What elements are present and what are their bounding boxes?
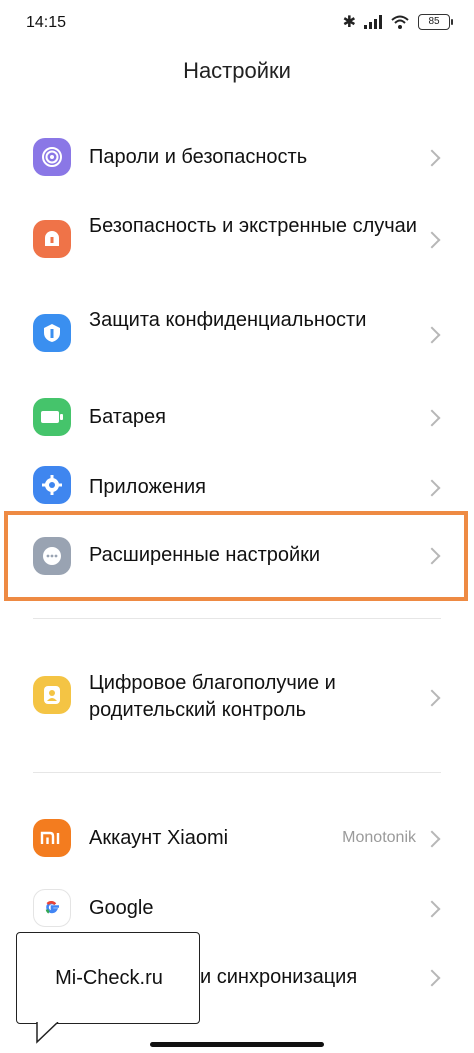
home-indicator[interactable]	[150, 1042, 324, 1047]
status-icons: ✱ 85	[342, 12, 453, 32]
gear-icon	[33, 466, 71, 504]
watermark-bubble: Mi-Check.ru	[16, 932, 200, 1024]
settings-item-label: Приложения	[89, 476, 207, 498]
settings-item-apps[interactable]: Приложения	[0, 458, 474, 514]
chevron-right-icon	[423, 231, 441, 249]
settings-item-wellbeing[interactable]: Цифровое благополучие и родительский кон…	[0, 656, 474, 736]
fingerprint-icon	[33, 138, 71, 176]
chevron-right-icon	[423, 479, 441, 497]
google-logo-icon	[33, 889, 71, 927]
wellbeing-person-icon	[33, 676, 71, 714]
chevron-right-icon	[423, 409, 441, 427]
chevron-right-icon	[423, 149, 441, 167]
divider	[33, 772, 441, 773]
account-name: Monotonik	[342, 829, 416, 846]
chevron-right-icon	[423, 326, 441, 344]
settings-item-label: Батарея	[89, 406, 166, 428]
highlight-frame	[4, 511, 468, 601]
signal-icon	[364, 15, 382, 29]
emergency-icon	[33, 220, 71, 258]
settings-item-battery[interactable]: Батарея	[0, 388, 474, 446]
divider	[33, 618, 441, 619]
settings-item-label: Цифровое благополучие и родительский кон…	[89, 672, 336, 721]
settings-item-passwords[interactable]: Пароли и безопасность	[0, 128, 474, 186]
chevron-right-icon	[423, 830, 441, 848]
chevron-right-icon	[423, 969, 441, 987]
battery-indicator: 85	[418, 14, 453, 30]
battery-icon	[33, 398, 71, 436]
status-time: 14:15	[26, 14, 67, 31]
bluetooth-icon: ✱	[342, 14, 356, 31]
bubble-tail	[36, 1022, 59, 1044]
settings-item-label: Google	[89, 897, 154, 919]
xiaomi-logo-icon	[33, 819, 71, 857]
settings-item-label: и синхронизация	[200, 966, 358, 988]
status-bar: 14:15 ✱ 85	[0, 0, 474, 48]
settings-item-label: Аккаунт Xiaomi	[89, 827, 229, 849]
settings-item-label: Безопасность и экстренные случаи	[89, 215, 417, 237]
settings-item-privacy[interactable]: Защита конфиденциальности	[0, 292, 474, 372]
page-title: Настройки	[183, 58, 291, 83]
chevron-right-icon	[423, 689, 441, 707]
settings-item-emergency[interactable]: Безопасность и экстренные случаи	[0, 200, 474, 280]
settings-item-google[interactable]: Google	[0, 880, 474, 936]
wifi-icon	[391, 15, 409, 29]
watermark-text: Mi-Check.ru	[55, 967, 163, 989]
privacy-shield-icon	[33, 314, 71, 352]
settings-item-xiaomi-account[interactable]: Аккаунт Xiaomi Monotonik	[0, 808, 474, 868]
settings-item-label: Защита конфиденциальности	[89, 309, 367, 331]
chevron-right-icon	[423, 900, 441, 918]
settings-item-label: Пароли и безопасность	[89, 146, 308, 168]
